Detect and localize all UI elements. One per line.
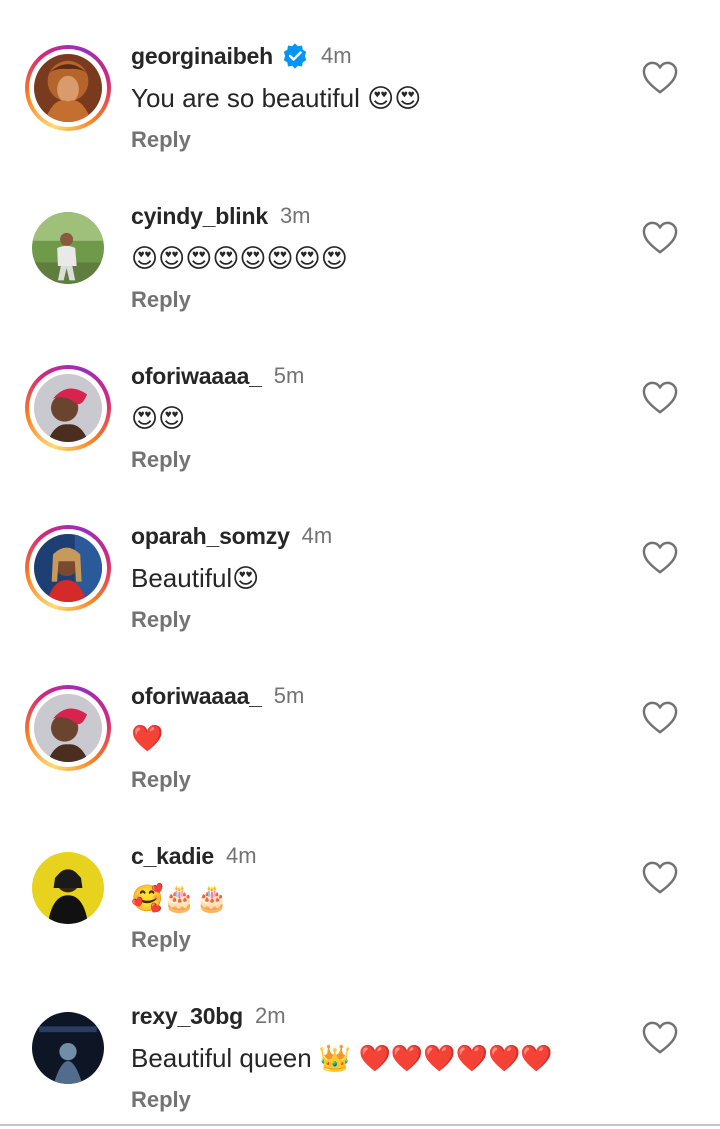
story-ring[interactable] — [25, 525, 111, 611]
comment-item: c_kadie 4m 🥰🎂🎂 Reply — [0, 800, 720, 960]
avatar-container — [32, 852, 104, 924]
avatar-photo — [34, 694, 102, 762]
avatar[interactable] — [34, 694, 102, 762]
like-heart-icon[interactable] — [641, 540, 679, 576]
reply-button[interactable]: Reply — [131, 607, 191, 633]
like-heart-icon[interactable] — [641, 1020, 679, 1056]
reply-button[interactable]: Reply — [131, 927, 191, 953]
comment-time: 5m — [273, 363, 305, 388]
avatar[interactable] — [34, 54, 102, 122]
comment-username[interactable]: cyindy_blink — [131, 203, 268, 230]
comment-time: 3m — [279, 203, 311, 228]
like-heart-icon[interactable] — [641, 380, 679, 416]
story-ring[interactable] — [25, 365, 111, 451]
like-heart-icon[interactable] — [641, 60, 679, 96]
comment-item: cyindy_blink 3m 😍😍😍😍😍😍😍😍 Reply — [0, 160, 720, 320]
comment-text: ❤️ — [131, 722, 164, 753]
like-heart-icon[interactable] — [641, 220, 679, 256]
comment-item: oparah_somzy 4m Beautiful😍 Reply — [0, 480, 720, 640]
comment-text: Beautiful😍 — [131, 562, 260, 593]
avatar[interactable] — [32, 212, 104, 284]
reply-button[interactable]: Reply — [131, 447, 191, 473]
comment-time: 4m — [301, 523, 333, 548]
comment-item: oforiwaaaa_ 5m ❤️ Reply — [0, 640, 720, 800]
like-heart-icon[interactable] — [641, 700, 679, 736]
comment-time: 5m — [273, 683, 305, 708]
story-ring[interactable] — [25, 45, 111, 131]
story-ring[interactable] — [25, 685, 111, 771]
comment-username[interactable]: georginaibeh — [131, 43, 273, 70]
avatar[interactable] — [32, 852, 104, 924]
comment-time: 4m — [321, 43, 352, 68]
comment-item: georginaibeh 4m You are so beautiful 😍😍 … — [0, 0, 720, 160]
avatar-container — [32, 1012, 104, 1084]
comment-username[interactable]: rexy_30bg — [131, 1003, 243, 1030]
comments-list: georginaibeh 4m You are so beautiful 😍😍 … — [0, 0, 720, 1129]
verified-badge-icon — [281, 42, 309, 70]
comment-username[interactable]: oforiwaaaa_ — [131, 363, 262, 390]
avatar-container — [32, 212, 104, 284]
like-heart-icon[interactable] — [641, 860, 679, 896]
avatar-photo — [32, 852, 104, 924]
avatar[interactable] — [34, 374, 102, 442]
comment-username[interactable]: oparah_somzy — [131, 523, 290, 550]
comment-text: 😍😍 — [131, 402, 186, 433]
comment-item: oforiwaaaa_ 5m 😍😍 Reply — [0, 320, 720, 480]
reply-button[interactable]: Reply — [131, 767, 191, 793]
comment-text: 😍😍😍😍😍😍😍😍 — [131, 242, 348, 273]
avatar-photo — [34, 374, 102, 442]
comment-text: Beautiful queen 👑 ❤️❤️❤️❤️❤️❤️ — [131, 1042, 553, 1073]
comment-text: You are so beautiful 😍😍 — [131, 82, 422, 113]
comment-item: rexy_30bg 2m Beautiful queen 👑 ❤️❤️❤️❤️❤… — [0, 960, 720, 1120]
comment-time: 2m — [255, 1003, 286, 1028]
avatar[interactable] — [34, 534, 102, 602]
avatar-photo — [32, 212, 104, 284]
reply-button[interactable]: Reply — [131, 1087, 191, 1113]
avatar-photo — [32, 1012, 104, 1084]
comment-username[interactable]: c_kadie — [131, 843, 214, 870]
reply-button[interactable]: Reply — [131, 287, 191, 313]
comment-time: 4m — [226, 843, 257, 868]
avatar[interactable] — [32, 1012, 104, 1084]
reply-button[interactable]: Reply — [131, 127, 191, 153]
divider — [0, 1124, 720, 1126]
comment-text: 🥰🎂🎂 — [131, 882, 229, 913]
avatar-photo — [34, 534, 102, 602]
comment-username[interactable]: oforiwaaaa_ — [131, 683, 262, 710]
avatar-photo — [34, 54, 102, 122]
